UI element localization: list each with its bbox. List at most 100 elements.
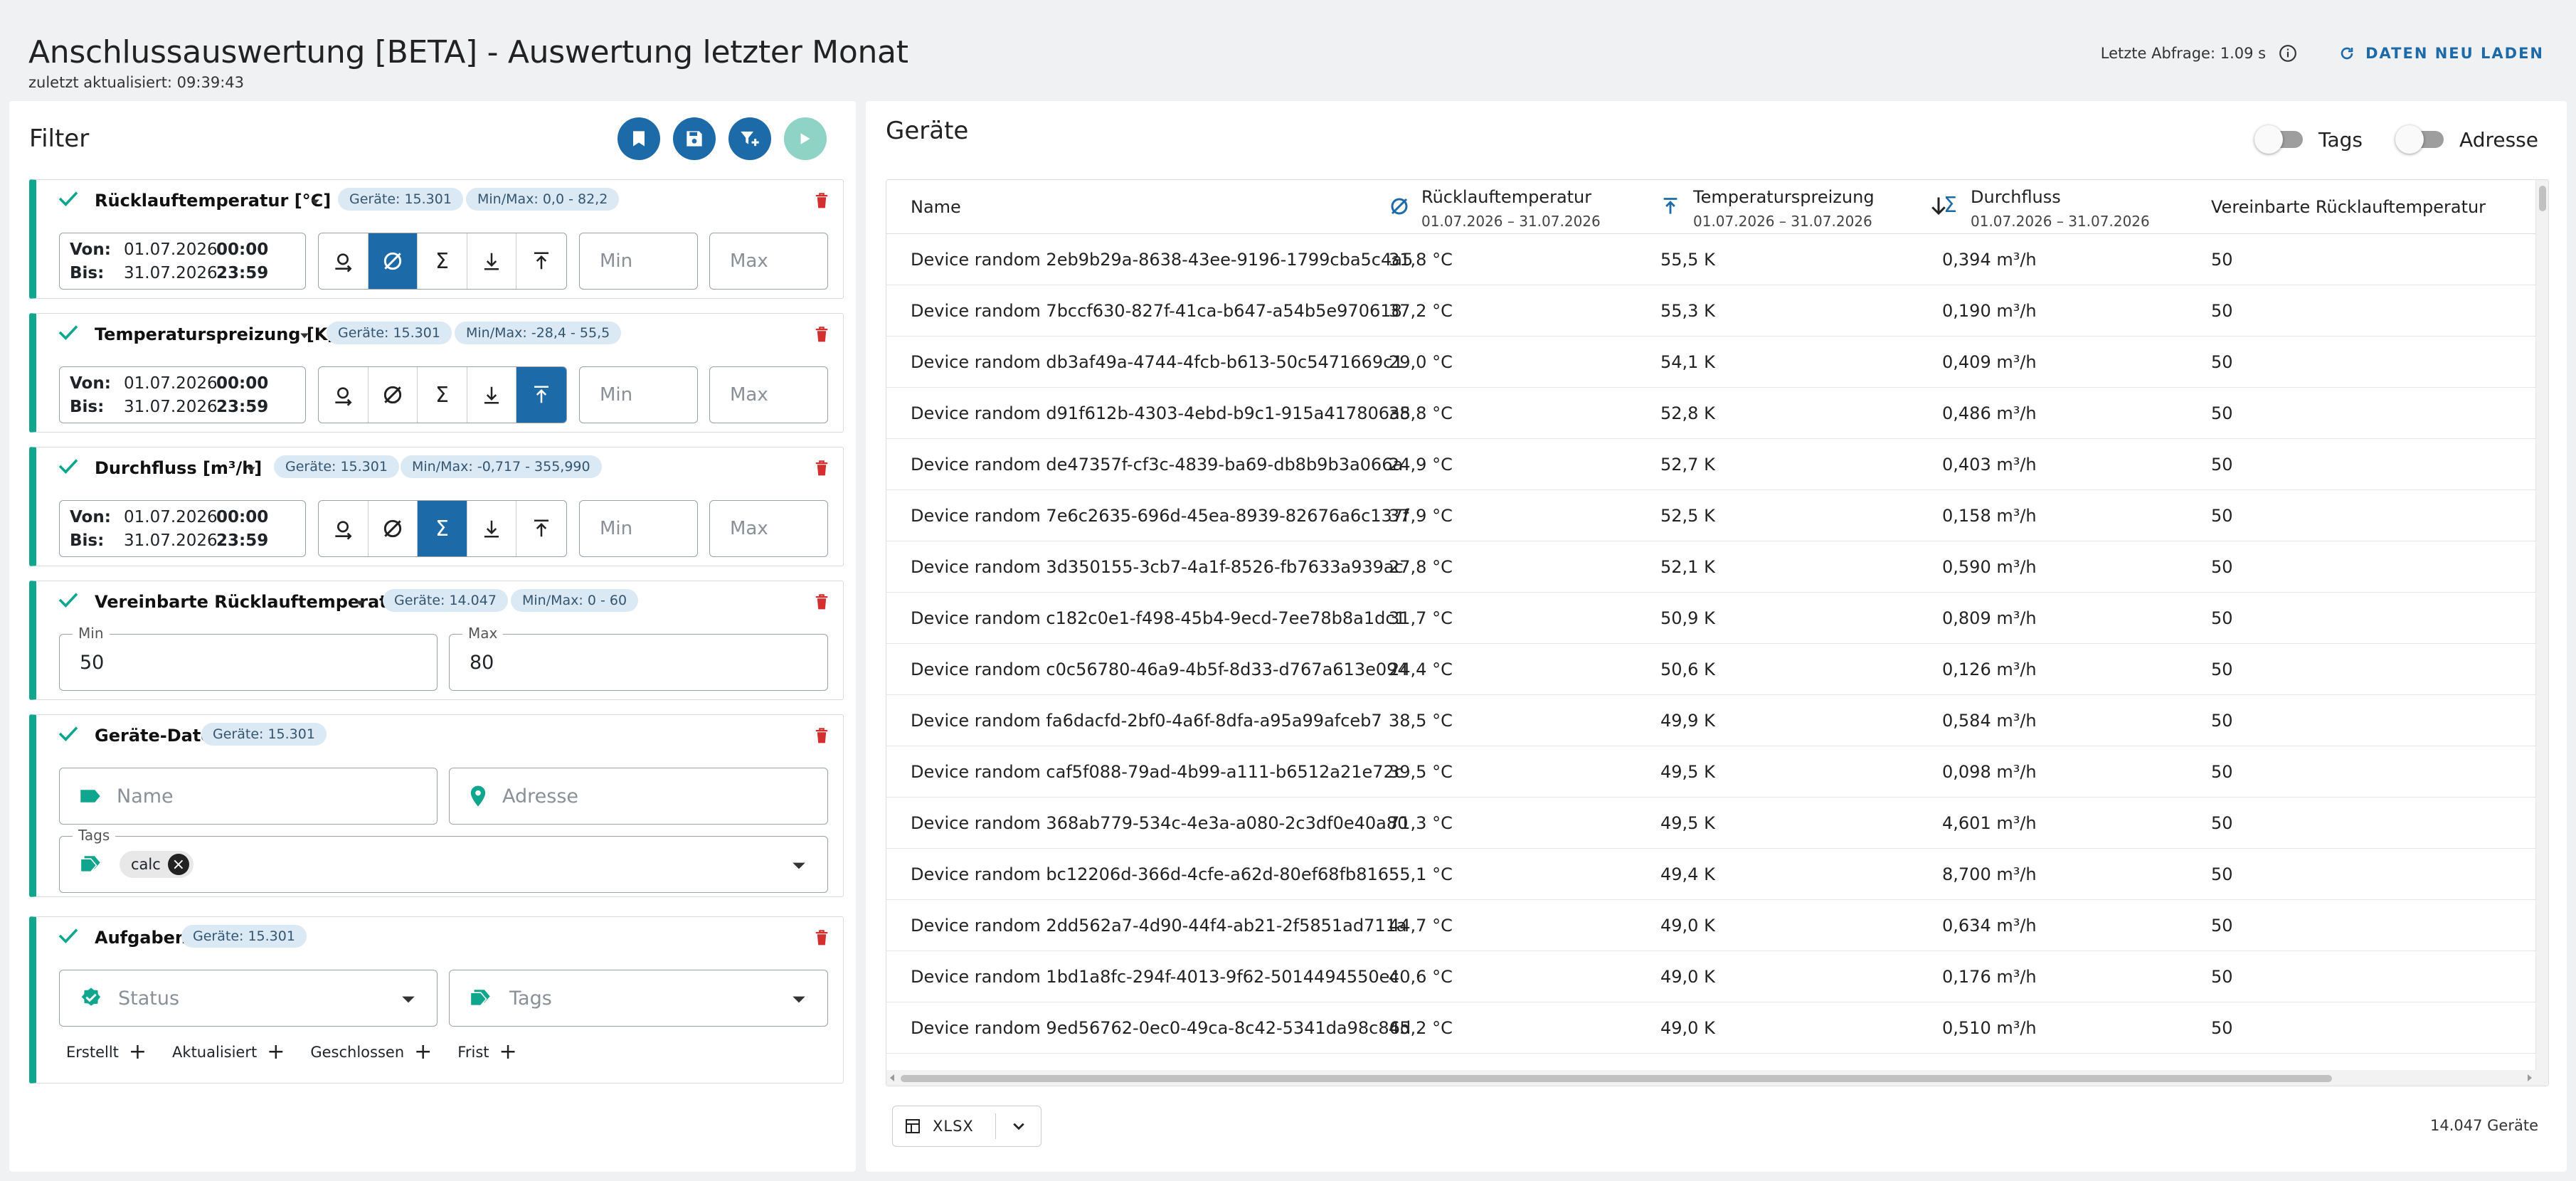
- table-row[interactable]: Device random db3af49a-4744-4fcb-b613-50…: [886, 337, 2537, 388]
- last-updated: zuletzt aktualisiert: 09:39:43: [28, 74, 244, 91]
- scroll-right-icon[interactable]: [2527, 1074, 2533, 1081]
- date-filter-aktualisiert[interactable]: Aktualisiert +: [172, 1042, 285, 1063]
- cell-temp: 40,6 °C: [1389, 967, 1453, 987]
- check-icon[interactable]: [58, 591, 79, 608]
- scroll-left-icon[interactable]: [889, 1074, 895, 1081]
- trash-icon[interactable]: [815, 327, 829, 342]
- check-icon[interactable]: [58, 190, 79, 207]
- trend-mode-button[interactable]: [319, 501, 369, 556]
- trash-icon[interactable]: [815, 193, 829, 208]
- table-row[interactable]: Device random 1bd1a8fc-294f-4013-9f62-50…: [886, 951, 2537, 1002]
- dropdown-caret-icon[interactable]: [355, 600, 365, 607]
- table-row[interactable]: Device random 7e6c2635-696d-45ea-8939-82…: [886, 490, 2537, 541]
- cell-agreed: 50: [2211, 660, 2233, 679]
- trash-icon[interactable]: [815, 460, 829, 476]
- min-input[interactable]: Min: [579, 233, 698, 290]
- table-row[interactable]: Device random d91f612b-4303-4ebd-b9c1-91…: [886, 388, 2537, 439]
- dropdown-caret-icon[interactable]: [310, 198, 320, 206]
- bookmark-button[interactable]: [618, 117, 660, 160]
- vertical-scrollbar[interactable]: [2535, 180, 2548, 1086]
- address-toggle[interactable]: Adresse: [2395, 125, 2538, 154]
- min-mode-button[interactable]: [467, 501, 517, 556]
- agreed-max-input[interactable]: Max 80: [449, 625, 828, 691]
- max-input[interactable]: Max: [709, 233, 828, 290]
- min-mode-button[interactable]: [467, 367, 517, 423]
- average-mode-button[interactable]: [368, 233, 418, 289]
- date-filter-geschlossen[interactable]: Geschlossen +: [310, 1042, 432, 1063]
- max-mode-button[interactable]: [516, 367, 566, 423]
- check-icon[interactable]: [58, 725, 79, 742]
- cell-spread: 50,9 K: [1660, 608, 1715, 628]
- cell-temp: 55,1 °C: [1389, 864, 1453, 884]
- dropdown-caret-icon[interactable]: [300, 332, 309, 339]
- cell-temp: 39,5 °C: [1389, 762, 1453, 782]
- average-mode-button[interactable]: [369, 501, 418, 556]
- task-tags-select[interactable]: Tags: [449, 970, 828, 1027]
- table-row[interactable]: Device random fa6dacfd-2bf0-4a6f-8dfa-a9…: [886, 695, 2537, 746]
- max-input[interactable]: Max: [709, 366, 828, 423]
- status-select[interactable]: Status: [59, 970, 438, 1027]
- table-row[interactable]: Device random 9ed56762-0ec0-49ca-8c42-53…: [886, 1002, 2537, 1054]
- chevron-down-icon[interactable]: [1012, 1122, 1025, 1130]
- date-range-field[interactable]: Von: 01.07.2026 00:00 Bis: 31.07.2026 23:59: [59, 233, 306, 290]
- table-row[interactable]: Device random c0c56780-46a9-4b5f-8d33-d7…: [886, 644, 2537, 695]
- table-row[interactable]: Device random 7bccf630-827f-41ca-b647-a5…: [886, 285, 2537, 337]
- table-row[interactable]: Device random 2eb9b29a-8638-43ee-9196-17…: [886, 234, 2537, 285]
- reload-data-button[interactable]: DATEN NEU LADEN: [2338, 45, 2544, 62]
- max-mode-button[interactable]: [516, 233, 566, 289]
- aggregation-mode-group: Σ: [318, 500, 567, 557]
- dropdown-arrow-icon[interactable]: [792, 862, 806, 870]
- sum-mode-button[interactable]: Σ: [418, 233, 467, 289]
- table-row[interactable]: Device random 2dd562a7-4d90-44f4-ab21-2f…: [886, 900, 2537, 951]
- date-filter-erstellt[interactable]: Erstellt +: [66, 1042, 147, 1063]
- address-input[interactable]: Adresse: [449, 768, 828, 825]
- check-icon[interactable]: [58, 324, 79, 341]
- info-icon[interactable]: [2279, 44, 2297, 63]
- table-row[interactable]: Device random c182c0e1-f498-45b4-9ecd-7e…: [886, 593, 2537, 644]
- max-input[interactable]: Max: [709, 500, 828, 557]
- average-mode-button[interactable]: [369, 367, 418, 423]
- table-row[interactable]: Device random 3d350155-3cb7-4a1f-8526-fb…: [886, 541, 2537, 593]
- agreed-min-input[interactable]: Min 50: [59, 625, 438, 691]
- dropdown-arrow-icon[interactable]: [792, 995, 806, 1004]
- tags-select[interactable]: Tags calc ×: [59, 827, 828, 893]
- filter-add-button[interactable]: [728, 117, 771, 160]
- horizontal-scrollbar[interactable]: [886, 1070, 2537, 1086]
- tag-chip[interactable]: calc ×: [120, 851, 194, 878]
- date-range-field[interactable]: Von: 01.07.2026 00:00 Bis: 31.07.2026 23:59: [59, 366, 306, 423]
- dropdown-caret-icon[interactable]: [246, 466, 256, 473]
- sum-mode-button[interactable]: Σ: [418, 501, 467, 556]
- table-row[interactable]: Device random caf5f088-79ad-4b99-a111-b6…: [886, 746, 2537, 798]
- export-button[interactable]: XLSX: [892, 1106, 1041, 1147]
- trash-icon[interactable]: [815, 594, 829, 610]
- sum-mode-button[interactable]: Σ: [418, 367, 467, 423]
- tags-toggle[interactable]: Tags: [2254, 125, 2363, 154]
- min-input[interactable]: Min: [579, 500, 698, 557]
- trash-icon[interactable]: [815, 930, 829, 946]
- table-row[interactable]: Device random 368ab779-534c-4e3a-a080-2c…: [886, 798, 2537, 849]
- table-icon: [906, 1119, 920, 1133]
- run-button[interactable]: [784, 117, 827, 160]
- devices-table: Name Rücklauftemperatur 01.07.2026 – 31.…: [886, 179, 2549, 1086]
- check-icon[interactable]: [58, 457, 79, 475]
- check-icon[interactable]: [58, 927, 79, 944]
- min-input[interactable]: Min: [579, 366, 698, 423]
- save-button[interactable]: [673, 117, 716, 160]
- trash-icon[interactable]: [815, 728, 829, 743]
- date-range-field[interactable]: Von: 01.07.2026 00:00 Bis: 31.07.2026 23:59: [59, 500, 306, 557]
- refresh-icon: [2341, 47, 2353, 60]
- cell-flow: 0,158 m³/h: [1942, 506, 2037, 526]
- table-row[interactable]: Device random bc12206d-366d-4cfe-a62d-80…: [886, 849, 2537, 900]
- max-mode-button[interactable]: [516, 501, 566, 556]
- date-filter-frist[interactable]: Frist +: [457, 1042, 516, 1063]
- min-mode-button[interactable]: [467, 233, 517, 289]
- filter-card-durchfluss: Durchfluss [m³/h] Geräte: 15.301 Min/Max…: [29, 447, 844, 566]
- trend-mode-button[interactable]: [319, 233, 369, 289]
- devices-count-badge: Geräte: 15.301: [274, 455, 399, 478]
- chip-remove-icon[interactable]: ×: [167, 854, 189, 875]
- trend-mode-button[interactable]: [319, 367, 369, 423]
- name-input[interactable]: Name: [59, 768, 438, 825]
- table-row[interactable]: Device random de47357f-cf3c-4839-ba69-db…: [886, 439, 2537, 490]
- tags-icon: [470, 990, 490, 1007]
- dropdown-arrow-icon[interactable]: [401, 995, 415, 1004]
